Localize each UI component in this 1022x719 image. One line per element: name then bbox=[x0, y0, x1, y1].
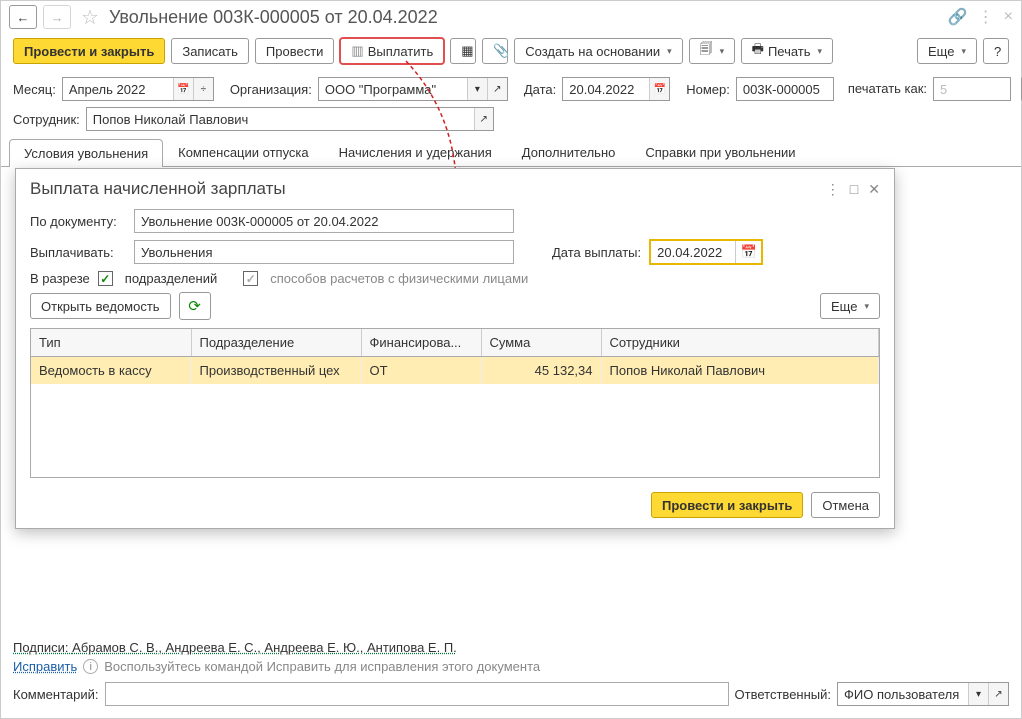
month-label: Месяц: bbox=[13, 82, 56, 97]
col-type[interactable]: Тип bbox=[31, 329, 191, 357]
print-label: Печать bbox=[768, 44, 811, 59]
calendar-icon[interactable]: 📅 bbox=[649, 78, 669, 100]
fix-link[interactable]: Исправить bbox=[13, 659, 77, 674]
org-field[interactable]: ▾ ↗ bbox=[318, 77, 508, 101]
signatures-link[interactable]: Подписи: Абрамов С. В., Андреева Е. С., … bbox=[13, 640, 457, 655]
date-field[interactable]: 📅 bbox=[562, 77, 670, 101]
cell-sum: 45 132,34 bbox=[481, 357, 601, 385]
payment-dialog: Выплата начисленной зарплаты ⋮ □ ✕ По до… bbox=[15, 168, 895, 529]
spinner-icon[interactable]: ÷ bbox=[193, 78, 213, 100]
number-field[interactable] bbox=[736, 77, 834, 101]
month-field[interactable]: 📅 ÷ bbox=[62, 77, 214, 101]
help-button[interactable]: ? bbox=[983, 38, 1009, 64]
split-label: В разрезе bbox=[30, 271, 90, 286]
print-button[interactable]: 🖶Печать bbox=[741, 38, 833, 64]
print-as-label: печатать как: bbox=[848, 83, 927, 95]
maximize-icon[interactable]: □ bbox=[850, 181, 858, 197]
open-icon[interactable]: ↗ bbox=[487, 78, 507, 100]
pay-date-input[interactable] bbox=[651, 245, 735, 260]
resp-field[interactable]: ▾ ↗ bbox=[837, 682, 1009, 706]
nav-forward[interactable]: → bbox=[43, 5, 71, 29]
by-doc-input[interactable] bbox=[134, 209, 514, 233]
cell-type: Ведомость в кассу bbox=[31, 357, 191, 385]
cell-fin: ОТ bbox=[361, 357, 481, 385]
col-fin[interactable]: Финансирова... bbox=[361, 329, 481, 357]
dialog-cancel-button[interactable]: Отмена bbox=[811, 492, 880, 518]
month-input[interactable] bbox=[63, 78, 173, 100]
refresh-icon[interactable]: ⟳ bbox=[179, 292, 211, 320]
calendar-icon[interactable]: 📅 bbox=[173, 78, 193, 100]
col-sum[interactable]: Сумма bbox=[481, 329, 601, 357]
pay-button[interactable]: ▥Выплатить bbox=[340, 38, 444, 64]
more-button[interactable]: Еще bbox=[917, 38, 977, 64]
toolbar-icon-2[interactable]: 🗐 bbox=[689, 38, 735, 64]
cell-emp: Попов Николай Павлович bbox=[601, 357, 879, 385]
tab-additional[interactable]: Дополнительно bbox=[507, 138, 631, 166]
checkbox-dept-label: подразделений bbox=[125, 271, 217, 286]
date-label: Дата: bbox=[524, 82, 556, 97]
kebab-icon[interactable]: ⋮ bbox=[978, 7, 994, 27]
print-as-field[interactable] bbox=[933, 77, 1011, 101]
pay-date-label: Дата выплаты: bbox=[552, 245, 641, 260]
save-button[interactable]: Записать bbox=[171, 38, 249, 64]
dialog-ok-button[interactable]: Провести и закрыть bbox=[651, 492, 803, 518]
open-sheet-button[interactable]: Открыть ведомость bbox=[30, 293, 171, 319]
tab-accruals[interactable]: Начисления и удержания bbox=[324, 138, 507, 166]
info-icon: i bbox=[83, 659, 98, 674]
favorite-star-icon[interactable]: ☆ bbox=[81, 5, 99, 30]
kebab-icon[interactable]: ⋮ bbox=[826, 181, 840, 198]
resp-input[interactable] bbox=[838, 683, 968, 705]
comment-label: Комментарий: bbox=[13, 687, 99, 702]
table-row[interactable]: Ведомость в кассу Производственный цех О… bbox=[31, 357, 879, 385]
by-doc-label: По документу: bbox=[30, 214, 126, 229]
tab-compensation[interactable]: Компенсации отпуска bbox=[163, 138, 324, 166]
pay-type-input[interactable] bbox=[134, 240, 514, 264]
employee-field[interactable]: ↗ bbox=[86, 107, 494, 131]
col-emp[interactable]: Сотрудники bbox=[601, 329, 879, 357]
dropdown-icon[interactable]: ▾ bbox=[968, 683, 988, 705]
org-label: Организация: bbox=[230, 82, 312, 97]
checkbox-method-label: способов расчетов с физическими лицами bbox=[270, 271, 528, 286]
toolbar-icon-1[interactable]: ▦ bbox=[450, 38, 476, 64]
pay-button-label: Выплатить bbox=[368, 44, 434, 59]
open-icon[interactable]: ↗ bbox=[988, 683, 1008, 705]
number-input[interactable] bbox=[737, 78, 833, 100]
date-input[interactable] bbox=[563, 78, 649, 100]
link-icon[interactable]: 🔗 bbox=[948, 7, 968, 27]
dialog-more-button[interactable]: Еще bbox=[820, 293, 880, 319]
employee-label: Сотрудник: bbox=[13, 112, 80, 127]
cell-dept: Производственный цех bbox=[191, 357, 361, 385]
dialog-title: Выплата начисленной зарплаты bbox=[30, 179, 286, 199]
number-label: Номер: bbox=[686, 82, 730, 97]
close-icon[interactable]: ✕ bbox=[868, 181, 880, 198]
fix-hint: Воспользуйтесь командой Исправить для ис… bbox=[104, 659, 540, 674]
open-icon[interactable]: ↗ bbox=[474, 108, 493, 130]
tab-certificates[interactable]: Справки при увольнении bbox=[630, 138, 810, 166]
dropdown-icon[interactable]: ▾ bbox=[467, 78, 487, 100]
close-icon[interactable]: × bbox=[1004, 8, 1013, 26]
calendar-icon[interactable]: 📅 bbox=[735, 241, 761, 263]
print-as-input[interactable] bbox=[934, 78, 1010, 100]
resp-label: Ответственный: bbox=[735, 687, 831, 702]
col-dept[interactable]: Подразделение bbox=[191, 329, 361, 357]
org-input[interactable] bbox=[319, 78, 467, 100]
checkbox-dept[interactable] bbox=[98, 271, 113, 286]
nav-back[interactable]: ← bbox=[9, 5, 37, 29]
post-and-close-button[interactable]: Провести и закрыть bbox=[13, 38, 165, 64]
pay-date-field[interactable]: 📅 bbox=[649, 239, 763, 265]
document-title: Увольнение 003К-000005 от 20.04.2022 bbox=[109, 7, 438, 28]
tab-conditions[interactable]: Условия увольнения bbox=[9, 139, 163, 167]
create-based-on-button[interactable]: Создать на основании bbox=[514, 38, 682, 64]
payment-table: Тип Подразделение Финансирова... Сумма С… bbox=[30, 328, 880, 478]
checkbox-method[interactable] bbox=[243, 271, 258, 286]
employee-input[interactable] bbox=[87, 108, 474, 130]
post-button[interactable]: Провести bbox=[255, 38, 335, 64]
pay-type-label: Выплачивать: bbox=[30, 245, 126, 260]
attach-icon[interactable]: 📎 bbox=[482, 38, 508, 64]
comment-input[interactable] bbox=[105, 682, 729, 706]
